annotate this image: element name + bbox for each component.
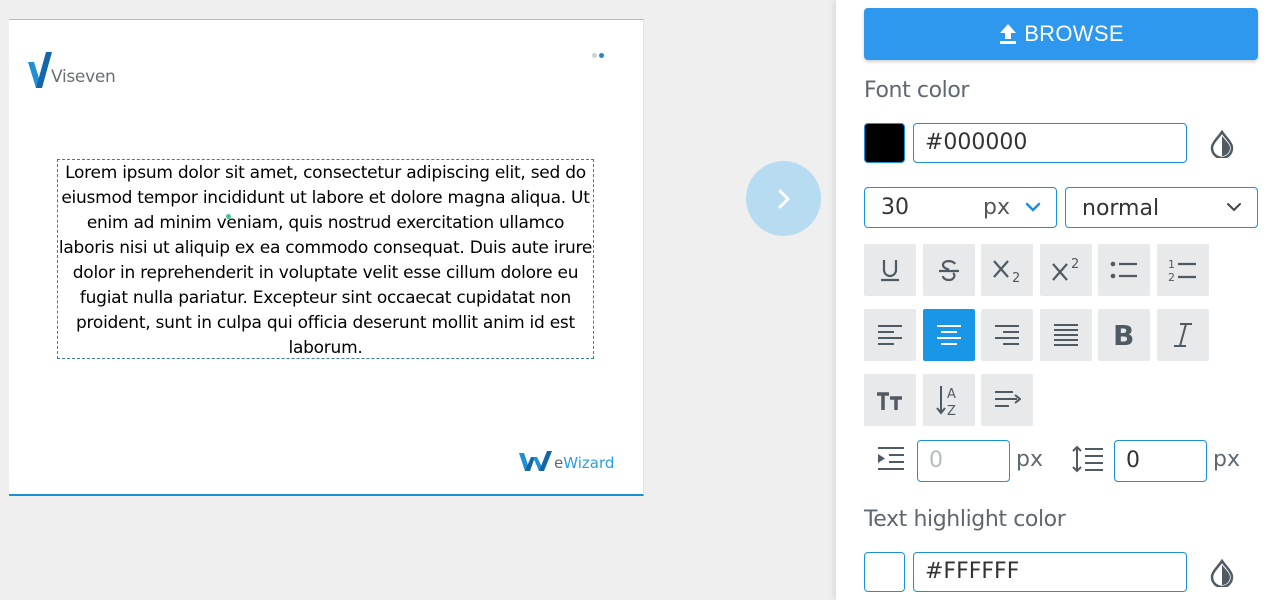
svg-text:2: 2 (1071, 257, 1079, 272)
logo-text: Viseven (51, 67, 116, 87)
italic-button[interactable] (1157, 309, 1209, 361)
underline-icon (881, 260, 899, 282)
chevron-right-icon (778, 189, 789, 208)
viseven-logo: Viseven (26, 52, 116, 88)
italic-icon (1174, 323, 1192, 347)
sort-az-button[interactable]: A Z (923, 374, 975, 426)
align-right-button[interactable] (981, 309, 1033, 361)
bold-button[interactable]: B (1098, 309, 1150, 361)
svg-text:A: A (947, 387, 956, 402)
highlight-color-input[interactable]: #FFFFFF (913, 552, 1187, 592)
line-height-unit-label: px (1213, 447, 1240, 472)
ewizard-text: eWizard (554, 454, 614, 472)
pagination-dot-active[interactable] (599, 53, 604, 58)
numbered-list-button[interactable]: 1 2 (1157, 244, 1209, 296)
text-indent-input[interactable]: 0 (917, 440, 1010, 482)
upload-icon (1000, 24, 1017, 44)
ewizard-prefix: e (554, 454, 564, 472)
svg-text:2: 2 (1012, 271, 1020, 284)
text-wrap-icon (995, 391, 1021, 407)
text-box-content[interactable]: Lorem ipsum dolor sit amet, consectetur … (59, 163, 592, 358)
viseven-v-icon (28, 52, 52, 88)
ewizard-word: Wizard (563, 454, 615, 472)
text-wrap-button[interactable] (981, 374, 1033, 426)
ewizard-logo: eWizard (519, 451, 614, 473)
bullet-list-button[interactable] (1098, 244, 1150, 296)
align-center-button[interactable] (923, 309, 975, 361)
text-box-selected[interactable]: Lorem ipsum dolor sit amet, consectetur … (57, 159, 594, 359)
text-indent-icon (878, 447, 904, 470)
indent-unit-label: px (1016, 447, 1043, 472)
line-height-icon (1072, 445, 1103, 473)
highlight-color-label: Text highlight color (864, 507, 1066, 532)
numbered-list-icon: 1 2 (1168, 258, 1196, 284)
browse-button[interactable]: BROWSE (864, 8, 1258, 60)
text-properties-panel: BROWSE Font color #000000 30 px normal 2… (836, 0, 1271, 600)
subscript-button[interactable]: 2 (981, 244, 1033, 296)
chevron-down-icon (1025, 202, 1041, 212)
strikethrough-icon (939, 260, 959, 282)
browse-label: BROWSE (1024, 21, 1124, 46)
cursor-handle[interactable] (226, 214, 231, 219)
bold-icon: B (1113, 321, 1134, 349)
align-left-button[interactable] (864, 309, 916, 361)
font-size-select[interactable]: 30 px (864, 187, 1057, 228)
font-color-swatch[interactable] (864, 123, 905, 163)
svg-text:B: B (1113, 321, 1134, 349)
align-left-icon (878, 325, 902, 345)
slide-pagination-dots[interactable] (592, 53, 604, 58)
align-justify-button[interactable] (1040, 309, 1092, 361)
svg-text:1: 1 (1168, 258, 1175, 271)
text-transform-button[interactable] (864, 374, 916, 426)
align-right-icon (995, 325, 1019, 345)
align-justify-icon (1054, 324, 1078, 346)
text-transform-icon (877, 392, 902, 410)
ewizard-w-icon (519, 451, 552, 471)
strikethrough-button[interactable] (923, 244, 975, 296)
font-color-label: Font color (864, 78, 970, 103)
bullet-list-icon (1110, 261, 1137, 279)
sort-az-icon: A Z (936, 386, 956, 418)
superscript-icon: 2 (1052, 257, 1079, 281)
highlight-color-swatch[interactable] (864, 552, 905, 592)
font-size-unit: px (983, 195, 1010, 220)
color-picker-drop-icon[interactable] (1208, 130, 1236, 158)
font-weight-value: normal (1082, 196, 1160, 221)
next-slide-button[interactable] (746, 161, 821, 236)
subscript-icon: 2 (993, 260, 1020, 284)
font-weight-select[interactable]: normal (1065, 187, 1258, 228)
color-picker-drop-icon[interactable] (1208, 559, 1236, 587)
font-size-value: 30 (881, 195, 909, 220)
line-height-input[interactable]: 0 (1114, 440, 1207, 482)
svg-text:Z: Z (947, 404, 956, 418)
slide-canvas: Viseven Lorem ipsum dolor sit amet, cons… (9, 19, 644, 496)
font-color-input[interactable]: #000000 (913, 123, 1187, 163)
svg-text:2: 2 (1168, 271, 1175, 284)
align-center-icon (937, 325, 961, 345)
chevron-down-icon (1227, 203, 1241, 212)
superscript-button[interactable]: 2 (1040, 244, 1092, 296)
underline-button[interactable] (864, 244, 916, 296)
pagination-dot[interactable] (592, 53, 597, 58)
